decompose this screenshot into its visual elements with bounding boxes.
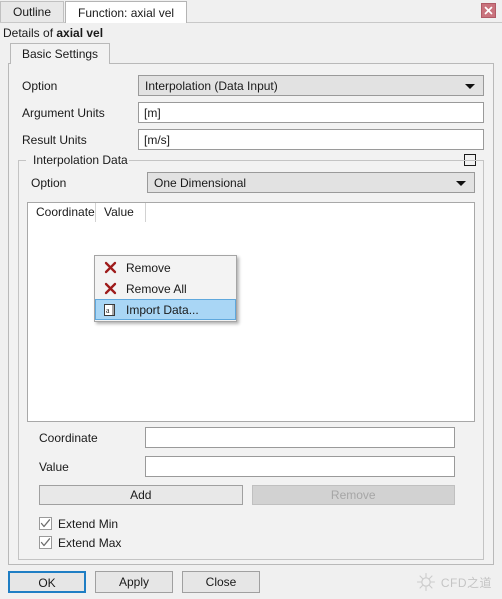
chevron-down-icon [465, 83, 475, 89]
extend-max-row: Extend Max [27, 533, 475, 552]
tab-function-axial-vel[interactable]: Function: axial vel [65, 1, 188, 23]
extend-min-checkbox[interactable] [39, 517, 52, 530]
text-file-icon: a [101, 302, 119, 318]
chevron-down-icon [456, 180, 466, 186]
context-menu-item-import-data-label: Import Data... [126, 302, 199, 317]
extend-min-label: Extend Min [58, 516, 119, 531]
argument-units-label: Argument Units [22, 105, 105, 120]
option-dropdown[interactable]: Interpolation (Data Input) [138, 75, 484, 96]
basic-settings-panel: Option Interpolation (Data Input) Argume… [8, 63, 494, 565]
minus-box-icon[interactable] [464, 154, 476, 166]
option-label: Option [22, 78, 58, 93]
watermark-text: CFD之道 [440, 575, 492, 590]
close-button[interactable]: Close [182, 571, 260, 593]
coordinate-row: Coordinate [27, 424, 475, 451]
value-row: Value [27, 453, 475, 480]
watermark-logo-icon [416, 572, 435, 592]
column-header-coordinate: Coordinate [28, 203, 96, 222]
option-dropdown-value: Interpolation (Data Input) [145, 78, 278, 93]
tab-strip: Outline Function: axial vel [0, 0, 502, 23]
interpolation-option-label: Option [31, 175, 67, 190]
context-menu-item-remove-all-label: Remove All [126, 281, 187, 296]
coordinate-input[interactable] [145, 427, 455, 448]
interpolation-data-table[interactable]: Coordinate Value Remove Remove All a Imp… [27, 202, 475, 422]
interpolation-data-group: Interpolation Data Option One Dimensiona… [18, 153, 484, 560]
ok-button[interactable]: OK [8, 571, 86, 593]
table-context-menu: Remove Remove All a Import Data... [94, 255, 237, 322]
option-row: Option Interpolation (Data Input) [18, 72, 484, 99]
red-x-icon [101, 260, 119, 276]
result-units-input[interactable] [138, 129, 484, 150]
context-menu-item-remove-all[interactable]: Remove All [95, 278, 236, 299]
tab-function-axial-vel-label: Function: axial vel [78, 6, 175, 20]
red-x-icon [101, 281, 119, 297]
close-icon[interactable] [481, 3, 496, 18]
tab-outline[interactable]: Outline [0, 1, 65, 22]
coordinate-label: Coordinate [39, 430, 98, 445]
apply-button[interactable]: Apply [95, 571, 173, 593]
interpolation-option-value: One Dimensional [154, 175, 247, 190]
result-units-row: Result Units [18, 126, 484, 153]
tab-basic-settings[interactable]: Basic Settings [10, 43, 111, 64]
argument-units-input[interactable] [138, 102, 484, 123]
interpolation-option-dropdown[interactable]: One Dimensional [147, 172, 475, 193]
result-units-label: Result Units [22, 132, 87, 147]
function-details-panel: Outline Function: axial vel Details of a… [0, 0, 502, 599]
value-label: Value [39, 459, 69, 474]
argument-units-row: Argument Units [18, 99, 484, 126]
svg-text:a: a [106, 306, 110, 315]
extend-max-checkbox[interactable] [39, 536, 52, 549]
extend-min-row: Extend Min [27, 514, 475, 533]
add-button[interactable]: Add [39, 485, 243, 505]
value-input[interactable] [145, 456, 455, 477]
tab-outline-label: Outline [13, 5, 52, 19]
extend-max-label: Extend Max [58, 535, 122, 550]
dialog-footer: OK Apply Close CFD之道 [0, 565, 502, 599]
table-header-row: Coordinate Value [28, 203, 474, 222]
context-menu-item-import-data[interactable]: a Import Data... [95, 299, 236, 320]
context-menu-item-remove-label: Remove [126, 260, 171, 275]
context-menu-item-remove[interactable]: Remove [95, 257, 236, 278]
interpolation-data-title: Interpolation Data [29, 153, 132, 167]
column-header-value: Value [96, 203, 146, 222]
inner-tab-strip: Basic Settings [0, 43, 502, 64]
tab-basic-settings-label: Basic Settings [22, 47, 99, 61]
watermark: CFD之道 [416, 572, 492, 592]
add-remove-button-row: Add Remove [27, 485, 475, 505]
details-object-name: axial vel [56, 26, 104, 40]
interpolation-option-row: Option One Dimensional [27, 169, 475, 196]
remove-button: Remove [251, 485, 455, 505]
details-header: Details of axial vel [0, 23, 502, 43]
details-prefix: Details of [3, 26, 57, 40]
